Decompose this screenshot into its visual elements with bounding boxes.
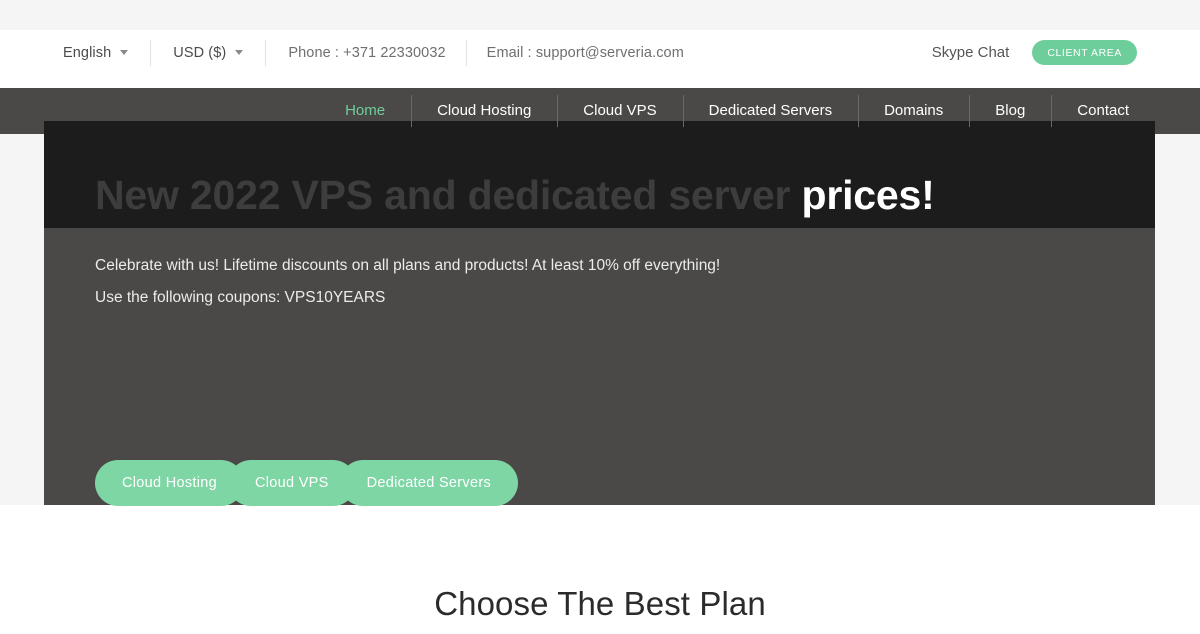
currency-selector-label: USD ($) [173, 44, 227, 61]
plans-section-title: Choose The Best Plan [434, 585, 766, 622]
nav-item-contact[interactable]: Contact [1051, 88, 1155, 134]
hero-title-line-1: New 2022 VPS and dedicated server [95, 172, 791, 218]
utility-bar: English USD ($) Phone : +371 22330032 Em… [0, 30, 1200, 75]
hero-title: New 2022 VPS and dedicated server prices… [95, 165, 975, 225]
hero-cta-group: Cloud Hosting Cloud VPS Dedicated Server… [95, 460, 519, 506]
hero-content: New 2022 VPS and dedicated server prices… [95, 165, 1095, 314]
nav-item-cloud-vps[interactable]: Cloud VPS [557, 88, 682, 134]
top-decor-strip [0, 0, 1200, 30]
hero-cta-cloud-hosting[interactable]: Cloud Hosting [95, 460, 244, 506]
divider [150, 39, 152, 66]
currency-selector[interactable]: USD ($) [173, 44, 244, 61]
chevron-down-icon [120, 50, 129, 55]
main-navigation: Home Cloud Hosting Cloud VPS Dedicated S… [319, 88, 1155, 134]
divider [265, 39, 267, 66]
email-info: Email : support@serveria.com [486, 44, 684, 61]
hero-coupon-text: Use the following coupons: VPS10YEARS [95, 289, 386, 306]
skype-chat-link[interactable]: Skype Chat [932, 44, 1010, 61]
hero-section: Home Cloud Hosting Cloud VPS Dedicated S… [0, 75, 1200, 530]
nav-item-cloud-hosting[interactable]: Cloud Hosting [411, 88, 557, 134]
divider [465, 39, 467, 66]
utility-bar-left: English USD ($) Phone : +371 22330032 Em… [0, 39, 684, 66]
language-selector[interactable]: English [63, 44, 129, 61]
language-selector-label: English [63, 44, 112, 61]
nav-item-dedicated-servers[interactable]: Dedicated Servers [682, 88, 858, 134]
hero-title-line-2: prices! [801, 172, 935, 218]
nav-item-blog[interactable]: Blog [969, 88, 1051, 134]
utility-bar-right: Skype Chat CLIENT AREA [932, 40, 1200, 65]
phone-info: Phone : +371 22330032 [288, 44, 446, 61]
nav-item-domains[interactable]: Domains [858, 88, 969, 134]
hero-cta-dedicated-servers[interactable]: Dedicated Servers [339, 460, 519, 506]
hero-subtitle: Celebrate with us! Lifetime discounts on… [95, 257, 721, 274]
plans-section: Choose The Best Plan [0, 530, 1200, 634]
chevron-down-icon [235, 50, 244, 55]
hero-left-gutter [0, 88, 44, 505]
hero-right-gutter [1155, 88, 1200, 505]
nav-item-home[interactable]: Home [319, 88, 411, 134]
client-area-button[interactable]: CLIENT AREA [1032, 40, 1137, 65]
hero-cta-cloud-vps[interactable]: Cloud VPS [227, 460, 356, 506]
